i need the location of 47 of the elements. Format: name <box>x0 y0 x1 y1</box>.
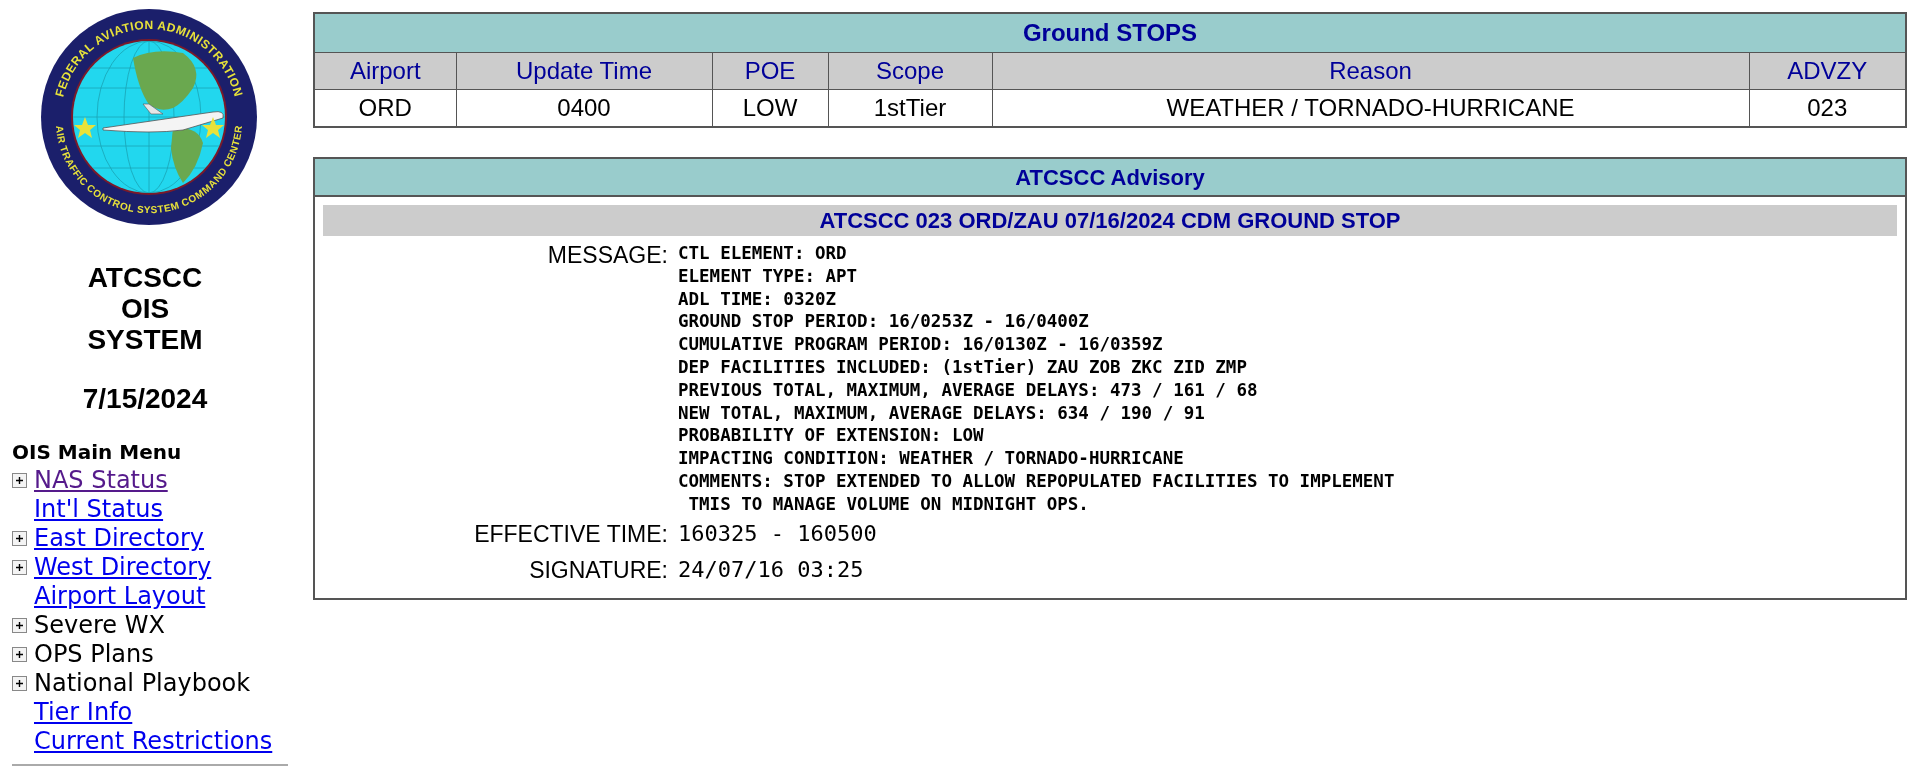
message-line: TMIS TO MANAGE VOLUME ON MIDNIGHT OPS. <box>687 492 1090 516</box>
column-header: Update Time <box>456 52 712 89</box>
column-header: POE <box>712 52 828 89</box>
field-label: SIGNATURE: <box>529 556 668 583</box>
field-value: 24/07/16 03:25 <box>678 556 864 582</box>
expand-icon[interactable] <box>12 531 27 546</box>
column-header: Scope <box>828 52 992 89</box>
menu-link[interactable]: Current Restrictions <box>34 727 273 756</box>
system-title: ATCSCC <box>87 262 203 293</box>
panel-title: ATCSCC Advisory <box>315 159 1905 197</box>
menu-item[interactable]: Severe WX <box>34 611 165 640</box>
menu-link[interactable]: Int'l Status <box>34 495 164 524</box>
expand-icon[interactable] <box>12 618 27 633</box>
message-line: GROUND STOP PERIOD: 16/0253Z - 16/0400Z <box>678 310 1090 334</box>
menu-link[interactable]: West Directory <box>34 553 212 582</box>
date-text: 7/15/2024 <box>82 383 208 414</box>
message-line: CUMULATIVE PROGRAM PERIOD: 16/0130Z - 16/0359Z <box>678 333 1164 356</box>
message-line: COMMENTS: STOP EXTENDED TO ALLOW REPOPULATED FACILITIES TO IMPLEMENT <box>678 469 1396 493</box>
system-title: SYSTEM <box>87 324 203 355</box>
column-header: Reason <box>992 52 1749 89</box>
menu-link[interactable]: NAS Status <box>34 466 168 495</box>
message-line: PREVIOUS TOTAL, MAXIMUM, AVERAGE DELAYS: 473 / 161 / 68 <box>678 378 1259 402</box>
field-value: 160325 - 160500 <box>678 520 877 546</box>
message-line: ADL TIME: 0320Z <box>678 287 838 311</box>
table-title: Ground STOPS <box>314 13 1906 52</box>
message-line: DEP FACILITIES INCLUDED: (1stTier) ZAU ZOB ZKC ZID ZMP <box>678 356 1248 379</box>
expand-icon[interactable] <box>12 473 27 488</box>
message-line: IMPACTING CONDITION: WEATHER / TORNADO-HURRICANE <box>678 447 1185 470</box>
column-header: Airport <box>314 52 456 89</box>
advisory-heading: ATCSCC 023 ORD/ZAU 07/16/2024 CDM GROUND STOP <box>323 205 1897 236</box>
column-header: ADVZY <box>1749 52 1906 89</box>
menu-link[interactable]: Airport Layout <box>34 582 206 611</box>
field-label: MESSAGE: <box>547 242 668 268</box>
expand-icon[interactable] <box>12 560 27 575</box>
message-line: CTL ELEMENT: ORD <box>678 242 848 265</box>
menu-item[interactable]: National Playbook <box>34 669 251 698</box>
expand-icon[interactable] <box>12 676 27 691</box>
menu-item[interactable]: OPS Plans <box>34 640 154 669</box>
message-line: NEW TOTAL, MAXIMUM, AVERAGE DELAYS: 634 / 190 / 91 <box>678 401 1206 425</box>
menu-title: OIS Main Menu <box>12 439 183 466</box>
system-title: OIS <box>120 293 170 324</box>
message-line: PROBABILITY OF EXTENSION: LOW <box>678 424 985 448</box>
expand-icon[interactable] <box>12 647 27 662</box>
field-label: EFFECTIVE TIME: <box>474 520 668 547</box>
menu-link[interactable]: East Directory <box>34 524 205 553</box>
menu-link[interactable]: Tier Info <box>34 698 133 727</box>
message-line: ELEMENT TYPE: APT <box>678 264 859 288</box>
